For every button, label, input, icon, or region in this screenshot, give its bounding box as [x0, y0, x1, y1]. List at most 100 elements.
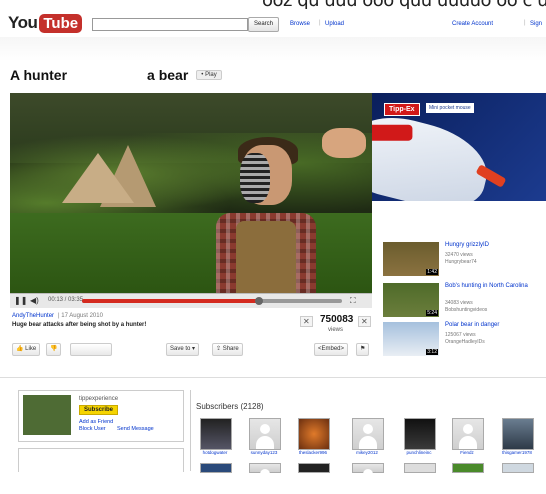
send-message-link[interactable]: Send Message — [117, 426, 154, 432]
play-badge[interactable]: • Play — [196, 70, 222, 80]
upload-date: | 17 August 2010 — [58, 313, 103, 319]
video-thumbnail[interactable]: 5:24 — [383, 283, 439, 317]
logo-you-text: You — [8, 13, 38, 32]
video-thumbnail[interactable]: 1:42 — [383, 242, 439, 276]
view-count-label: views — [328, 327, 344, 333]
like-button[interactable]: 👍 Like — [12, 343, 41, 356]
sidebar-video[interactable]: 5:24 Bob's hunting in North Carolina 340… — [383, 283, 546, 323]
subscriber-name[interactable]: sunnyday123 — [246, 450, 282, 455]
cropped-header-text-line: ooz qu uuu ooo quu uuuuo oo c uuuu — [262, 0, 546, 9]
prev-arrow-icon[interactable]: ✕ — [300, 316, 313, 327]
subscriber-avatar[interactable] — [352, 463, 384, 494]
tape-label — [372, 124, 413, 141]
subscriber-avatar[interactable] — [200, 463, 232, 473]
embed-button[interactable]: <Embed> — [314, 343, 349, 356]
subscriber-avatar[interactable] — [452, 418, 484, 450]
channel-info-box: tippexperience Subscribe Add as Friend B… — [18, 390, 184, 442]
flag-icon[interactable]: ⚑ — [356, 343, 370, 356]
share-icon: ⇪ — [216, 346, 222, 352]
duration-badge: 3:12 — [426, 349, 438, 355]
hand-holding-product — [322, 128, 366, 158]
sidebar-video-views: 34083 views — [445, 300, 473, 306]
dislike-button[interactable]: 👎 — [46, 343, 62, 356]
sidebar-video-title[interactable]: Bob's hunting in North Carolina — [445, 283, 545, 289]
upload-link[interactable]: Upload — [325, 21, 344, 27]
subscriber-name[interactable]: theslacker996 — [295, 450, 331, 455]
thumbs-down-icon: 👎 — [50, 346, 58, 352]
sidebar-video-user[interactable]: Hungrybear74 — [445, 259, 477, 265]
cropped-header-text: ooz qu uuu ooo quu uuuuo oo c uuuu — [0, 0, 546, 9]
save-to-button[interactable]: Save to ▾ — [166, 343, 200, 356]
fullscreen-icon[interactable]: ⛶ — [350, 296, 356, 306]
sidebar-video-user[interactable]: Bobshuntingvideos — [445, 307, 487, 313]
channel-name[interactable]: tippexperience — [79, 396, 118, 402]
search-input[interactable] — [92, 18, 248, 31]
search-button[interactable]: Search — [248, 17, 280, 32]
video-title: A hunter a bear • Play — [10, 66, 222, 84]
like-label: Like — [25, 346, 37, 352]
sidebar-video-views: 125067 views — [445, 332, 476, 338]
sign-in-link[interactable]: Sign — [530, 21, 542, 27]
subscriber-avatar[interactable] — [200, 418, 232, 450]
section-divider — [0, 377, 546, 378]
volume-icon[interactable]: ◀) — [30, 296, 39, 305]
subscriber-avatar[interactable] — [452, 463, 484, 473]
subscriber-avatar[interactable] — [404, 418, 436, 450]
nav-separator: | — [319, 20, 321, 26]
video-meta: AndyTheHunter | 17 August 2010 Huge bear… — [10, 312, 372, 338]
subscriber-avatar[interactable] — [298, 418, 330, 450]
subscriber-avatar[interactable] — [249, 418, 281, 450]
ad-banner[interactable]: Tipp-Ex Mini pocket mouse — [372, 93, 546, 201]
video-description: Huge bear attacks after being shot by a … — [12, 322, 147, 328]
subscriber-name[interactable]: thisgamer1978 — [499, 450, 535, 455]
logo-tube-text: Tube — [39, 13, 83, 33]
subscriber-name[interactable]: Fiendz — [449, 450, 485, 455]
block-user-link[interactable]: Block User — [79, 426, 106, 432]
browse-link[interactable]: Browse — [290, 21, 310, 27]
pause-icon[interactable]: ❚❚ — [14, 296, 27, 305]
video-frame-tent — [62, 153, 134, 203]
action-bar: 👍 Like 👎 Save to ▾ ⇪ Share <Embed> ⚑ — [10, 340, 372, 356]
video-player[interactable] — [10, 93, 372, 293]
uploader-link[interactable]: AndyTheHunter — [12, 313, 54, 319]
subscriber-avatar[interactable] — [249, 463, 281, 494]
create-account-link[interactable]: Create Account — [452, 21, 493, 27]
video-frame-hunter — [206, 133, 326, 293]
correction-tape-image — [372, 107, 496, 201]
channel-secondary-box — [18, 448, 184, 472]
sidebar-video[interactable]: 3:12 Polar bear in danger 125067 views O… — [383, 322, 546, 362]
subscriber-avatar[interactable] — [404, 463, 436, 473]
subscriber-avatar[interactable] — [298, 463, 330, 473]
subscriber-name[interactable]: punchlineinc — [401, 450, 437, 455]
progress-fill — [82, 299, 259, 303]
progress-scrubber[interactable] — [254, 297, 263, 305]
title-blank-field[interactable] — [75, 69, 140, 81]
youtube-logo[interactable]: You Tube — [8, 11, 83, 35]
ad-tagline: Mini pocket mouse — [426, 103, 474, 113]
duration-badge: 1:42 — [426, 269, 438, 275]
sidebar-video-title[interactable]: Hungry grizzlyID — [445, 242, 545, 248]
next-arrow-icon[interactable]: ✕ — [358, 316, 371, 327]
sidebar-video-views: 32470 views — [445, 252, 473, 258]
subscriber-avatar[interactable] — [502, 418, 534, 450]
subscriber-name[interactable]: mikey2012 — [349, 450, 385, 455]
ad-brand-logo: Tipp-Ex — [384, 103, 420, 116]
add-friend-link[interactable]: Add as Friend — [79, 419, 113, 425]
sidebar-video-user[interactable]: OrangeHadleyIDs — [445, 339, 485, 345]
sidebar-video[interactable]: 1:42 Hungry grizzlyID 32470 views Hungry… — [383, 242, 546, 282]
progress-bar[interactable] — [82, 297, 342, 305]
subscribe-button[interactable]: Subscribe — [79, 405, 119, 415]
time-display: 00:13 / 03:35 — [48, 297, 84, 303]
subscriber-name[interactable]: hotdogwater — [197, 450, 233, 455]
video-thumbnail[interactable]: 3:12 — [383, 322, 439, 356]
video-title-part2: a bear — [147, 67, 189, 83]
channel-avatar[interactable] — [23, 395, 71, 435]
hunter-vest — [236, 221, 296, 293]
sidebar-video-title[interactable]: Polar bear in danger — [445, 322, 545, 328]
share-button[interactable]: ⇪ Share — [212, 343, 243, 356]
subscriber-avatar[interactable] — [352, 418, 384, 450]
subscriber-avatar[interactable] — [502, 463, 534, 473]
thumbs-up-icon: 👍 — [16, 346, 24, 352]
duration-badge: 5:24 — [426, 310, 438, 316]
share-label: Share — [222, 346, 239, 352]
